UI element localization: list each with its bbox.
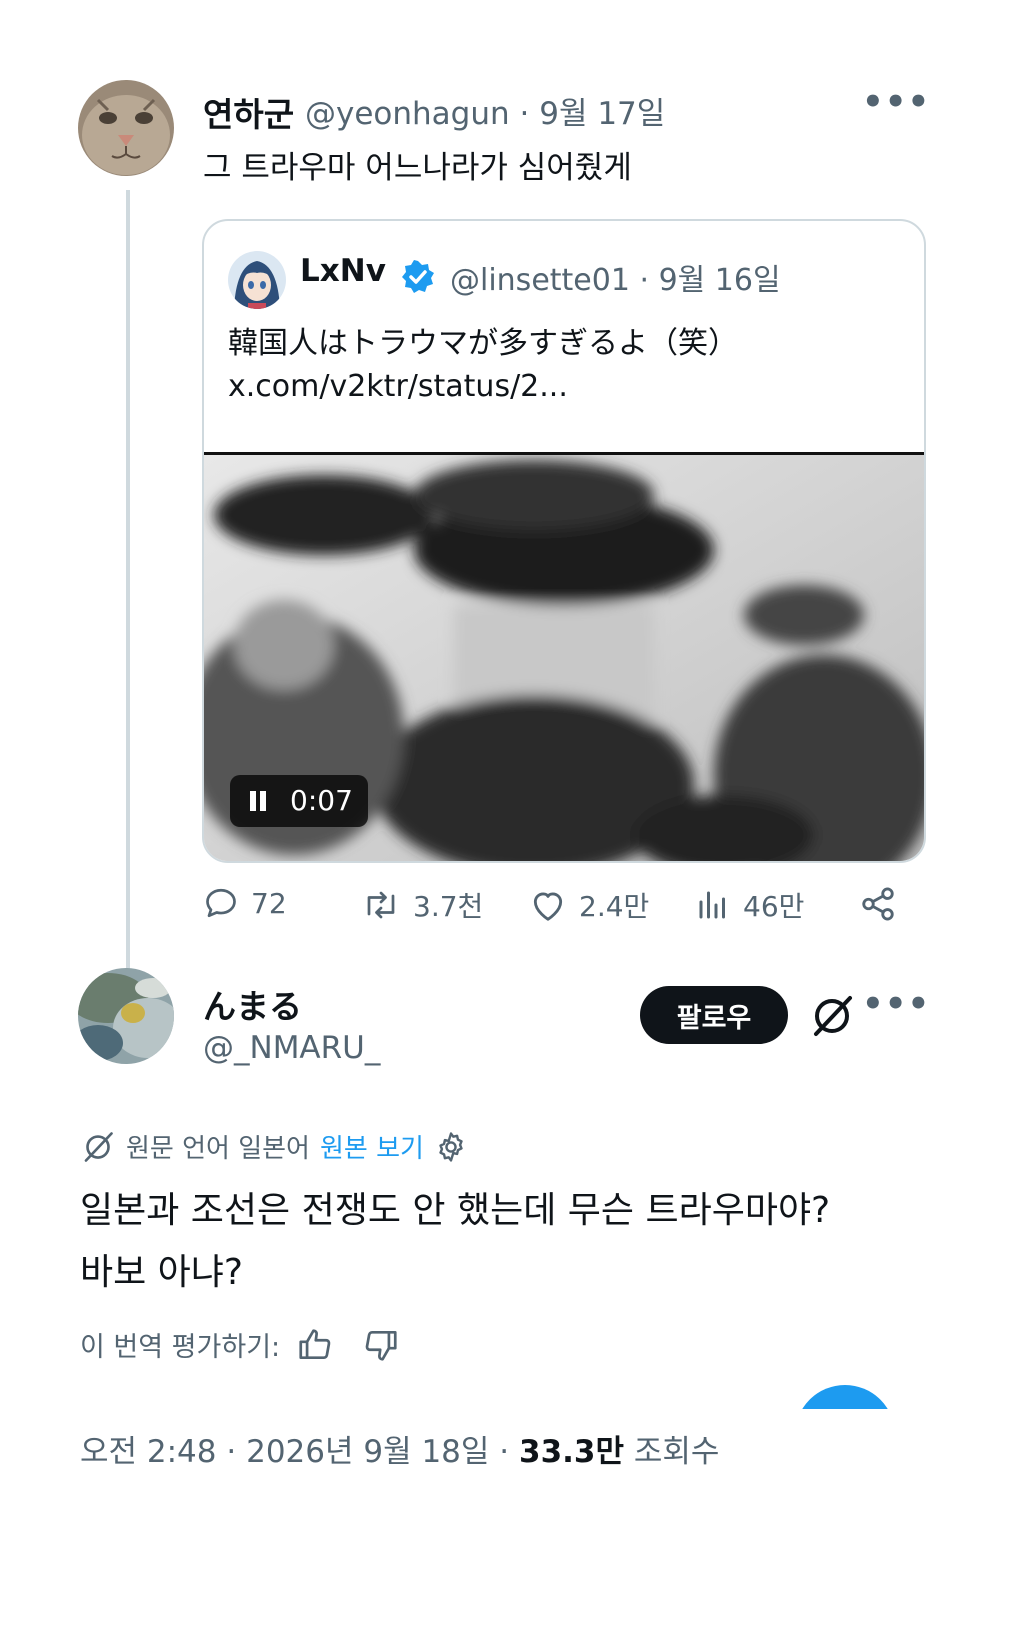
tweet-text-line: 바보 아냐? <box>80 1252 244 1293</box>
thread-connector-line <box>126 190 130 980</box>
gear-icon[interactable] <box>434 1130 468 1164</box>
reply-count: 72 <box>251 886 287 920</box>
follow-button[interactable]: 팔로우 <box>640 986 788 1044</box>
quoted-meta: @linsette01 · 9월 16일 <box>450 255 781 299</box>
analytics-bars-icon <box>699 891 725 919</box>
handle[interactable]: @yeonhagun <box>305 96 510 132</box>
tweet-date[interactable]: 9월 17일 <box>539 96 665 132</box>
quoted-date[interactable]: 9월 16일 <box>659 263 781 298</box>
reply-button[interactable]: 72 <box>203 885 287 921</box>
like-count: 2.4만 <box>579 890 650 923</box>
more-horizontal-icon[interactable]: ••• <box>862 984 930 1024</box>
avatar[interactable] <box>78 80 174 176</box>
video-player[interactable]: 0:07 <box>204 452 924 861</box>
tweet-time[interactable]: 오전 2:48 <box>80 1434 217 1470</box>
tweet-meta: @yeonhagun · 9월 17일 <box>305 88 665 133</box>
quoted-avatar[interactable] <box>228 251 286 309</box>
pause-icon[interactable] <box>250 791 256 811</box>
repost-count: 3.7천 <box>413 890 484 923</box>
grok-icon[interactable] <box>808 992 856 1040</box>
views-total: 33.3만 <box>519 1434 625 1470</box>
display-name[interactable]: んまる <box>203 980 302 1028</box>
tweet-full-date[interactable]: 2026년 9월 18일 <box>246 1434 489 1470</box>
reply-icon <box>206 888 236 918</box>
repost-icon <box>367 891 395 919</box>
tweet-text: 그 트라우마 어느나라가 심어줬게 <box>203 150 632 186</box>
share-icon <box>862 887 894 921</box>
separator-dot: · <box>519 96 540 132</box>
anime-character-avatar-image <box>228 251 286 309</box>
views-count: 46만 <box>743 890 805 923</box>
video-timer-badge[interactable]: 0:07 <box>230 775 368 827</box>
like-button[interactable]: 2.4만 <box>529 885 649 925</box>
landscape-avatar-image <box>78 968 174 1064</box>
more-horizontal-icon[interactable]: ••• <box>862 82 930 122</box>
display-name[interactable]: 연하군 <box>203 88 294 136</box>
original-language-label: 원문 언어 일본어 <box>126 1134 310 1164</box>
handle[interactable]: @_NMARU_ <box>203 1030 380 1066</box>
separator-dot: · <box>226 1434 247 1470</box>
quoted-tweet-text: 韓国人はトラウマが多すぎるよ（笑） <box>228 326 738 361</box>
translation-notice: 원문 언어 일본어 원본 보기 <box>80 1128 468 1165</box>
floating-action-button[interactable] <box>795 1385 895 1409</box>
verified-badge-icon <box>400 259 436 295</box>
repost-button[interactable]: 3.7천 <box>361 885 483 925</box>
heart-icon <box>533 892 563 921</box>
quoted-handle[interactable]: @linsette01 <box>450 263 630 298</box>
tweet-action-bar: 72 3.7천 2.4만 46만 <box>203 885 923 945</box>
quoted-tweet-link[interactable]: x.com/v2ktr/status/2... <box>228 369 568 404</box>
avatar[interactable] <box>78 968 174 1064</box>
tweet-text-line: 일본과 조선은 전쟁도 안 했는데 무슨 트라우마야? <box>80 1190 831 1231</box>
grok-translate-icon <box>84 1131 113 1162</box>
tweet-footer-meta: 오전 2:48 · 2026년 9월 18일 · 33.3만 조회수 <box>80 1426 719 1471</box>
view-original-link[interactable]: 원본 보기 <box>320 1128 424 1165</box>
video-time: 0:07 <box>290 784 353 817</box>
thumbs-down-icon[interactable] <box>362 1326 400 1364</box>
separator-dot: · <box>639 263 659 298</box>
cat-face-avatar-image <box>78 80 174 176</box>
share-button[interactable] <box>859 885 897 923</box>
translated-tweet-text: 일본과 조선은 전쟁도 안 했는데 무슨 트라우마야? 바보 아냐? <box>80 1180 960 1304</box>
views-button[interactable]: 46만 <box>695 885 804 925</box>
rate-translation-row: 이 번역 평가하기: <box>80 1325 400 1364</box>
thumbs-up-icon[interactable] <box>296 1326 334 1364</box>
views-label: 조회수 <box>633 1434 720 1470</box>
separator-dot: · <box>499 1434 520 1470</box>
quoted-display-name[interactable]: LxNv <box>300 253 386 289</box>
quoted-tweet-card[interactable]: LxNv @linsette01 · 9월 16일 韓国人はトラウマが多すぎるよ… <box>202 219 926 863</box>
rate-translation-label: 이 번역 평가하기: <box>80 1332 281 1363</box>
